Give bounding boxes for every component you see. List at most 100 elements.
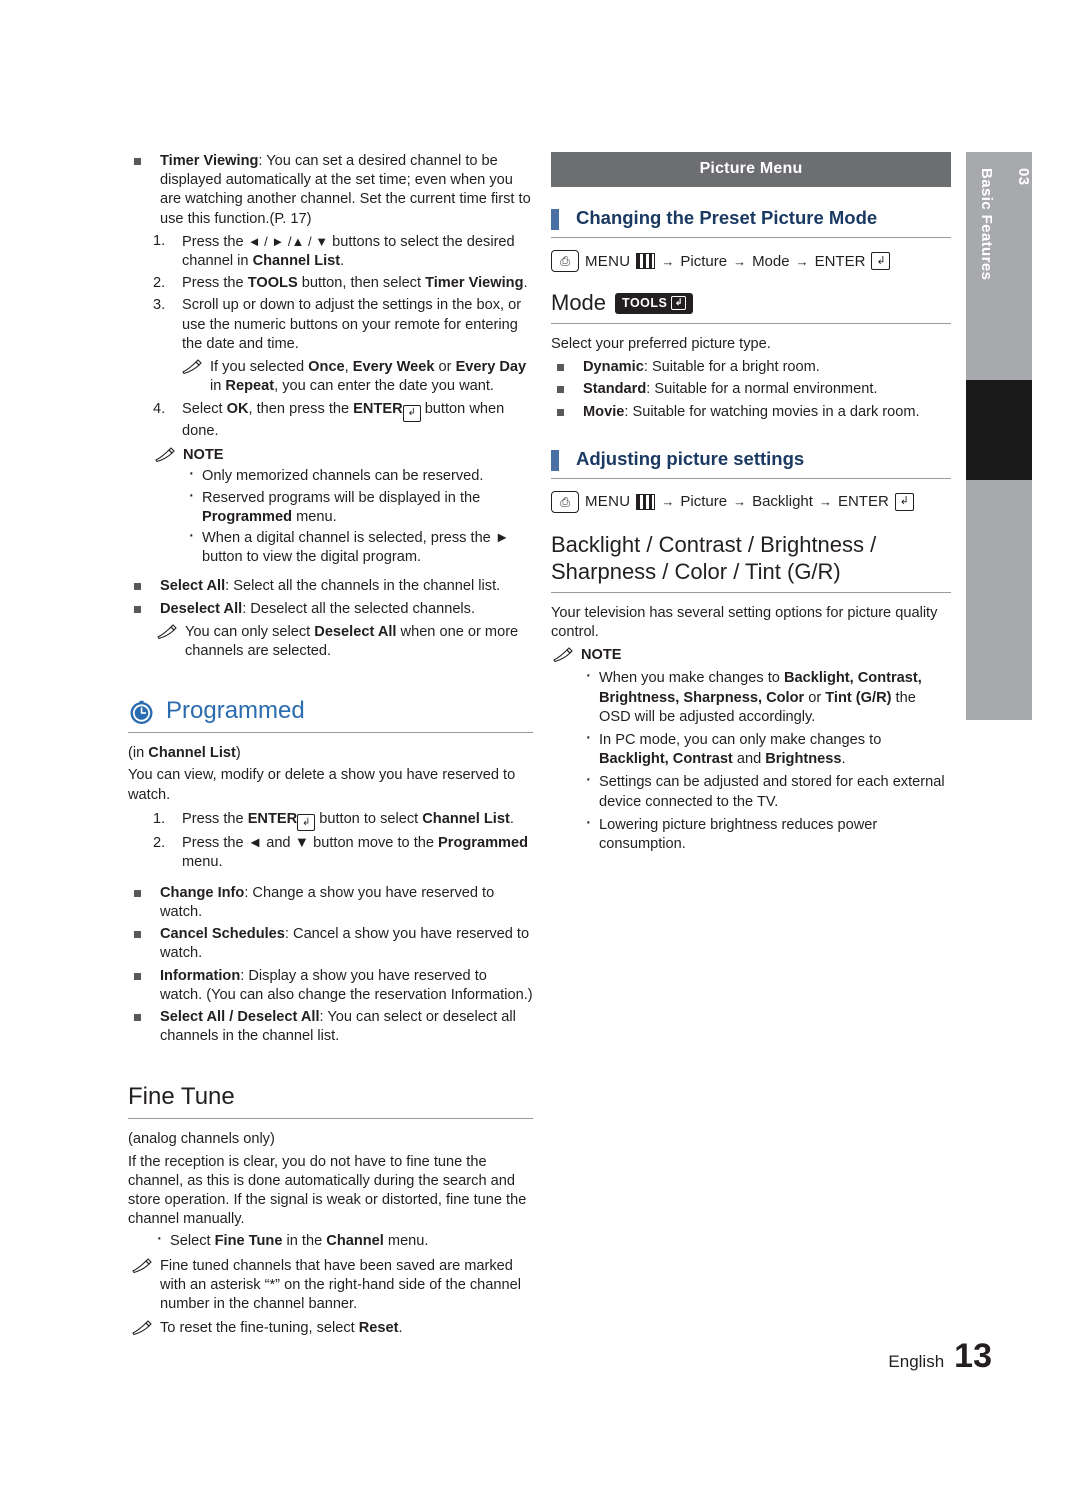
note-text: Reserved programs will be displayed in t… — [202, 489, 481, 525]
deselect-all-item: Deselect All: Deselect all the selected … — [128, 600, 533, 619]
heading-text: Adjusting picture settings — [576, 447, 805, 469]
note-text: Settings can be adjusted and stored for … — [599, 774, 945, 810]
tab-black-band — [966, 380, 1032, 480]
chapter-number: 03 — [1015, 168, 1032, 186]
step-number: 4. — [153, 401, 166, 418]
pencil-icon — [553, 647, 575, 663]
note-text: Fine tuned channels that have been saved… — [160, 1257, 521, 1312]
item-title: Change Info — [160, 884, 245, 901]
return-icon: ↲ — [671, 295, 687, 310]
fine-tune-subtitle: (analog channels only) — [128, 1131, 275, 1148]
timer-step-4: 4. Select OK, then press the ENTER ↲ butt… — [128, 400, 533, 441]
menu-path-mode: ⎙ MENU → Picture → Mode → ENTER ↲ — [551, 250, 951, 272]
picture-quality-intro: Your television has several setting opti… — [551, 604, 938, 641]
manual-page: Timer Viewing: You can set a desired cha… — [0, 0, 1080, 1494]
path-enter: ENTER — [837, 493, 889, 511]
right-column: Picture Menu Changing the Preset Picture… — [551, 152, 951, 856]
timer-step3-note: If you selected Once, Every Week or Ever… — [180, 358, 533, 396]
heading-line-2: Sharpness / Color / Tint (G/R) — [551, 558, 841, 584]
note-text: When you make changes to Backlight, Cont… — [599, 670, 922, 725]
note-text: To reset the fine-tuning, select Reset. — [160, 1320, 403, 1337]
step-number: 2. — [153, 835, 166, 852]
item-body: : Suitable for a bright room. — [643, 359, 820, 376]
timer-note-2: Reserved programs will be displayed in t… — [182, 486, 533, 527]
information-item: Information: Display a show you have res… — [128, 967, 533, 1005]
mode-title: Mode — [551, 290, 607, 315]
picture-note-4: Lowering picture brightness reduces powe… — [579, 813, 951, 854]
note-text: In PC mode, you can only make changes to… — [599, 732, 882, 768]
item-title: Standard — [583, 381, 647, 398]
arrow-icon: → — [661, 494, 675, 510]
note-text: If you selected Once, Every Week or Ever… — [210, 359, 527, 395]
picture-menu-banner: Picture Menu — [551, 152, 951, 187]
step-number: 2. — [153, 275, 166, 292]
clock-icon — [128, 699, 155, 733]
note-text: Only memorized channels can be reserved. — [202, 468, 484, 485]
item-title: Movie — [583, 403, 625, 420]
fine-tune-note-2: To reset the fine-tuning, select Reset. — [130, 1319, 533, 1338]
picture-note-1: When you make changes to Backlight, Cont… — [579, 666, 951, 727]
pencil-icon — [182, 359, 204, 375]
path-picture: Picture — [680, 252, 728, 270]
programmed-subtitle: (in Channel List) — [128, 745, 241, 762]
item-title: Dynamic — [583, 359, 644, 376]
mode-item-movie: Movie: Suitable for watching movies in a… — [551, 403, 951, 422]
enter-icon: ↲ — [402, 404, 421, 422]
arrow-icon: → — [661, 253, 675, 269]
timer-viewing-item: Timer Viewing: You can set a desired cha… — [128, 152, 533, 229]
pencil-icon — [157, 623, 179, 640]
timer-note-1: Only memorized channels can be reserved. — [182, 464, 533, 486]
deselect-all-body: : Deselect all the selected channels. — [242, 600, 476, 617]
programmed-heading: Programmed — [128, 697, 533, 734]
menu-grid-icon — [636, 253, 656, 269]
step-text: Press the ◄ and ▼ button move to the Pro… — [182, 835, 529, 871]
cancel-schedules-item: Cancel Schedules: Cancel a show you have… — [128, 925, 533, 963]
path-backlight: Backlight — [752, 493, 813, 511]
select-all-item: Select All: Select all the channels in t… — [128, 577, 533, 596]
fine-tune-heading: Fine Tune — [128, 1083, 533, 1120]
note-label: NOTE — [581, 647, 622, 664]
chapter-tab-text: 03 Basic Features — [966, 152, 1032, 372]
programmed-intro: You can view, modify or delete a show yo… — [128, 767, 516, 803]
mode-intro: Select your preferred picture type. — [551, 336, 771, 352]
heading-changing-preset-picture-mode: Changing the Preset Picture Mode — [551, 207, 951, 238]
bullet-text: Select Fine Tune in the Channel menu. — [170, 1233, 429, 1250]
step-number: 3. — [153, 297, 166, 314]
path-enter: ENTER — [814, 252, 866, 270]
menu-grid-icon — [636, 493, 656, 510]
pencil-icon — [132, 1320, 154, 1336]
footer-page-number: 13 — [954, 1337, 992, 1375]
note-label: NOTE — [183, 447, 224, 464]
path-picture: Picture — [680, 493, 728, 511]
left-column: Timer Viewing: You can set a desired cha… — [128, 152, 533, 1340]
path-mode: Mode — [752, 252, 790, 270]
menu-path-backlight: ⎙ MENU → Picture → Backlight → ENTER ↲ — [551, 490, 951, 513]
step-text: Press the ◄ / ► /▲ / ▼ buttons to select… — [182, 233, 515, 270]
select-all-body: : Select all the channels in the channel… — [225, 578, 501, 595]
picture-note-2: In PC mode, you can only make changes to… — [579, 728, 951, 769]
step-text: Scroll up or down to adjust the settings… — [182, 297, 522, 352]
heading-backlight-contrast: Backlight / Contrast / Brightness / Shar… — [551, 531, 951, 593]
menu-word: MENU — [585, 252, 631, 270]
chapter-label: Basic Features — [978, 168, 995, 281]
picture-note-3: Settings can be adjusted and stored for … — [579, 770, 951, 811]
enter-icon: ↲ — [894, 492, 914, 511]
note-text: When a digital channel is selected, pres… — [202, 529, 510, 566]
item-body: : Suitable for watching movies in a dark… — [624, 403, 920, 420]
item-title: Information — [160, 967, 241, 984]
step-number: 1. — [153, 810, 166, 827]
timer-step-3: 3. Scroll up or down to adjust the setti… — [128, 296, 533, 354]
programmed-title: Programmed — [166, 697, 305, 725]
heading-line-1: Backlight / Contrast / Brightness / — [551, 531, 877, 557]
deselect-all-note: You can only select Deselect All when on… — [155, 623, 533, 661]
tools-label: TOOLS — [622, 295, 668, 310]
item-title: Select All / Deselect All — [160, 1008, 320, 1025]
heading-accent-bar — [551, 209, 559, 230]
step-text: Press the ENTER ↲ button to select Channe… — [182, 811, 514, 832]
step-text: Press the TOOLS button, then select Time… — [182, 275, 528, 292]
fine-tune-bullet: Select Fine Tune in the Channel menu. — [150, 1229, 533, 1251]
deselect-all-title: Deselect All — [160, 600, 243, 617]
mode-subheading: Mode TOOLS ↲ — [551, 290, 951, 324]
item-title: Cancel Schedules — [160, 926, 285, 943]
remote-button-icon: ⎙ — [551, 250, 579, 272]
